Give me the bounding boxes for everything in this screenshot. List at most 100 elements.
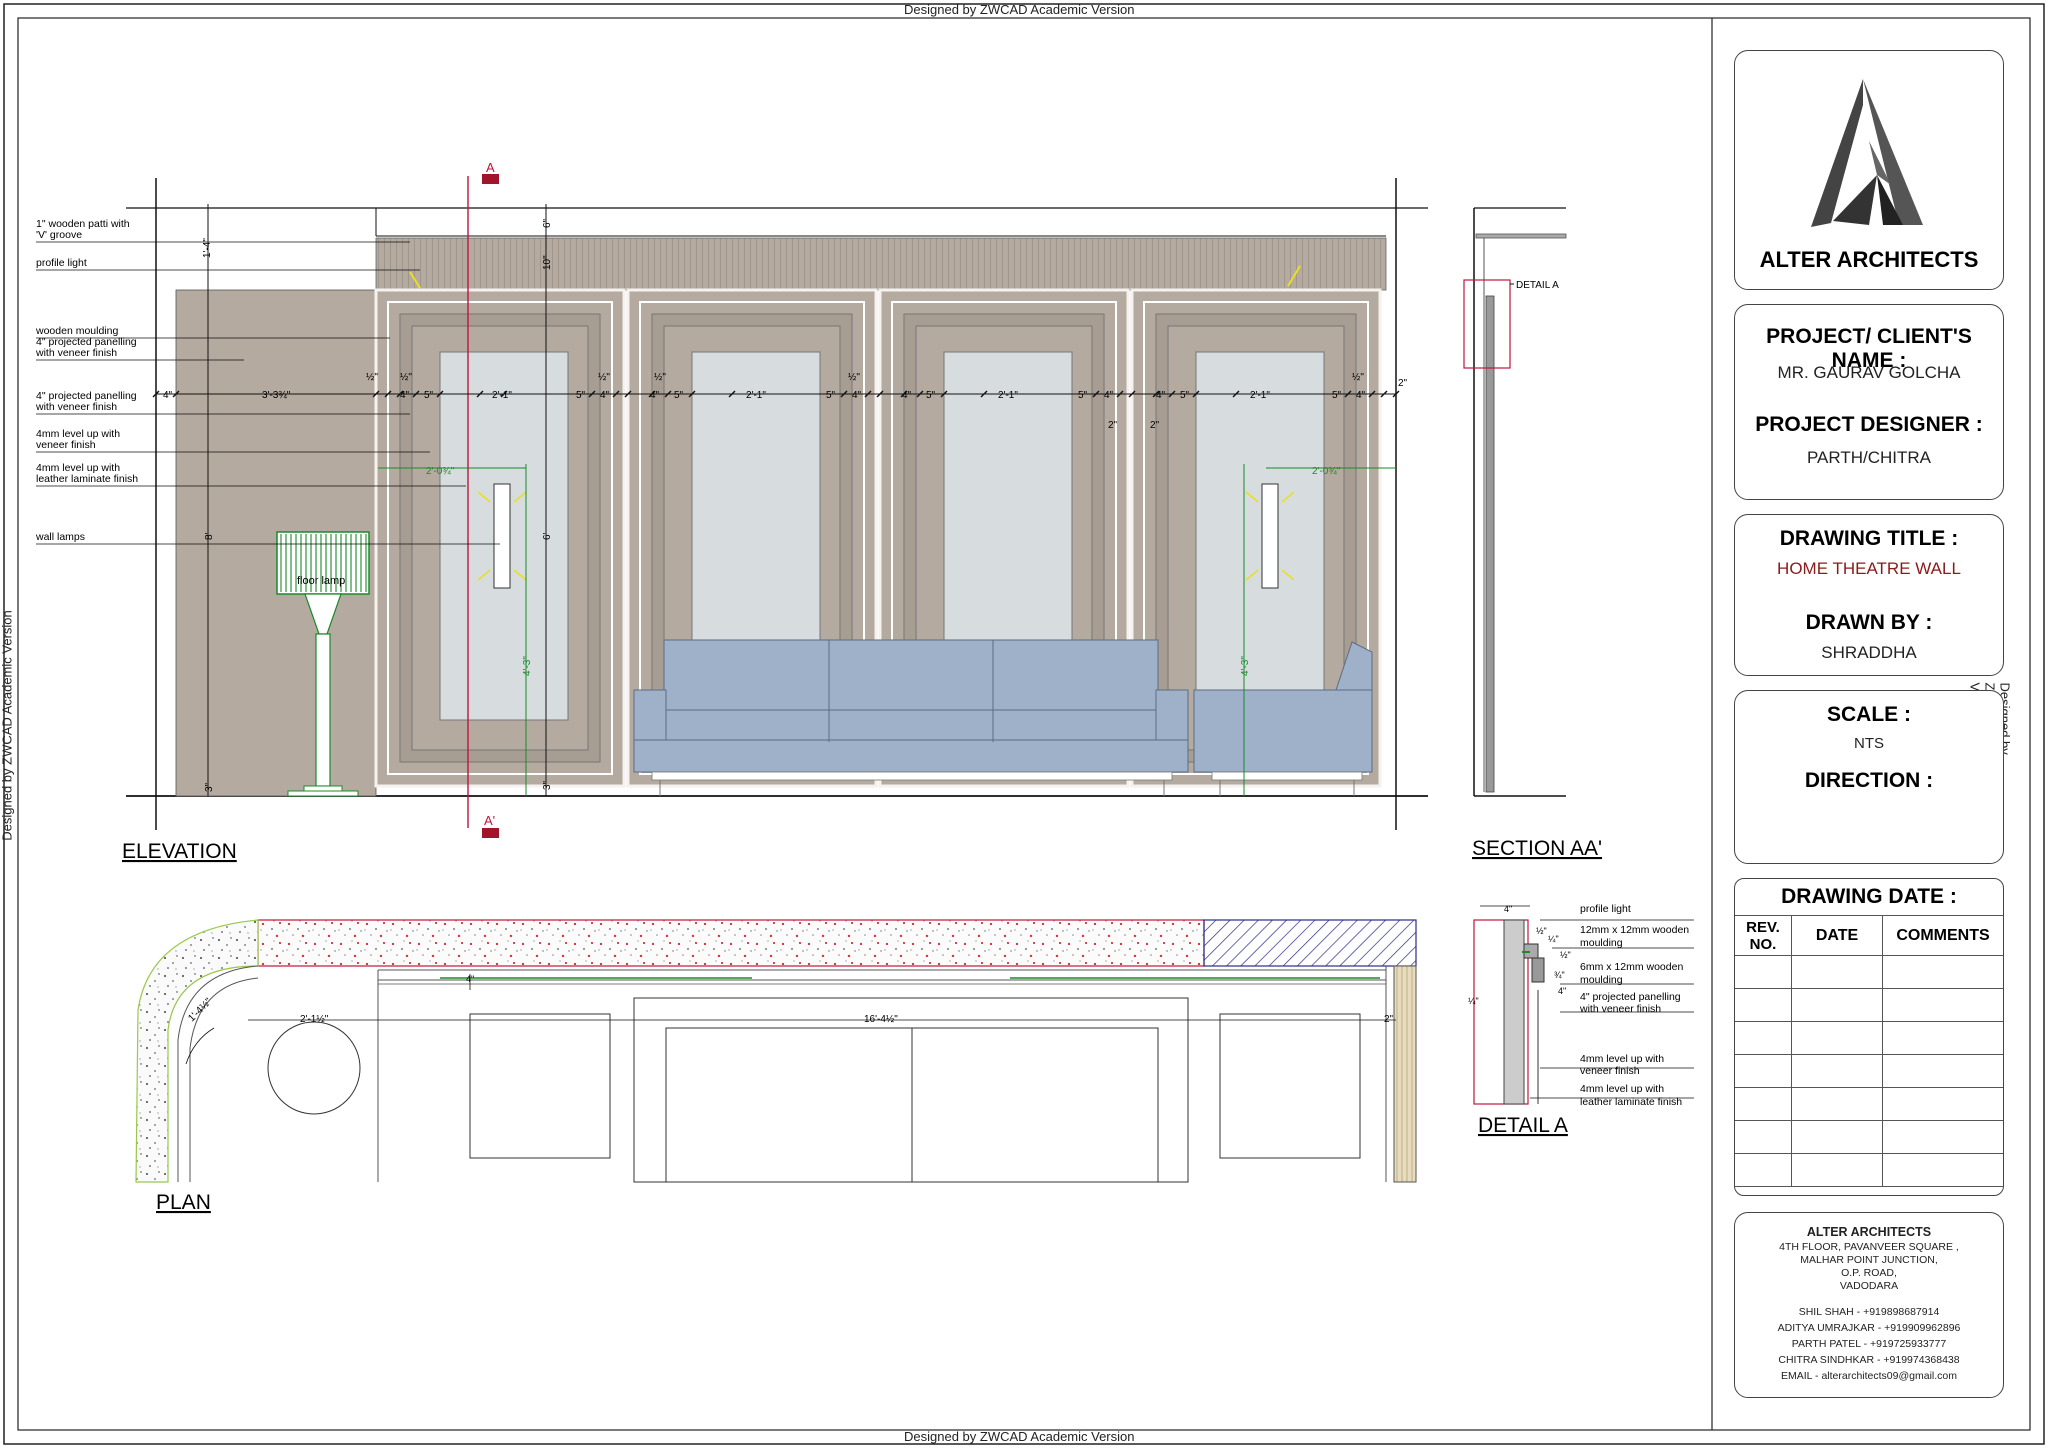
revision-cell	[1791, 988, 1883, 1022]
office-contact-1: SHIL SHAH - +919898687914	[1798, 1306, 1940, 1318]
detail-dim: ¼"	[1548, 934, 1559, 944]
dim-five-1: 5"	[424, 390, 434, 401]
rev-header-date: DATE	[1791, 915, 1883, 956]
detail-annotation: profile light	[1580, 903, 1631, 915]
plan-dim-top: 4"	[466, 974, 474, 984]
revision-row	[1735, 1021, 2003, 1055]
elevation-title: ELEVATION	[122, 840, 237, 863]
dim-four-1: 4"	[400, 390, 410, 401]
detail-dim: 4"	[1558, 986, 1566, 996]
revision-cell	[1791, 1087, 1883, 1121]
revision-cell	[1882, 988, 2003, 1022]
revision-cell	[1735, 1054, 1792, 1088]
drawing-title-label: DRAWING TITLE :	[1779, 527, 1959, 550]
dim-lamp-height-left: 4'-3"	[522, 656, 533, 676]
revision-cell	[1735, 1153, 1792, 1187]
detail-annotation: 4" projected panelling	[1580, 991, 1681, 1003]
dim-lamp-right: 2'-0¾"	[1312, 466, 1341, 477]
dim-half-6: ½"	[1352, 372, 1364, 383]
scale-value: NTS	[1854, 735, 1884, 752]
section-title: SECTION AA'	[1472, 837, 1602, 860]
detail-annotation: veneer finish	[1580, 1065, 1640, 1077]
dim-five-2: 5"	[576, 390, 586, 401]
dim-height-total: 8'	[204, 532, 215, 540]
dim-top-band: 1'-4"	[202, 238, 213, 258]
plan-dim-radius: 1'-4½"	[186, 996, 214, 1024]
detail-annotation: 12mm x 12mm wooden	[1580, 924, 1689, 936]
annotation-2: profile light	[36, 257, 420, 271]
dim-glass-4: 2'-1"	[1250, 390, 1270, 401]
annotation-text: with veneer finish	[35, 347, 117, 359]
detail-a-callout: DETAIL A	[1516, 280, 1559, 291]
drawing-title-box: DRAWING TITLE : HOME THEATRE WALL DRAWN …	[1734, 514, 2004, 676]
dim-left-offset: 4"	[163, 390, 173, 401]
dim-five-7: 5"	[1180, 390, 1190, 401]
revision-cell	[1735, 1120, 1792, 1154]
office-box: ALTER ARCHITECTS 4TH FLOOR, PAVANVEER SQ…	[1734, 1212, 2004, 1398]
dim-four-7: 4"	[1156, 390, 1166, 401]
section-drawing: DETAIL A SECTION AA'	[1463, 207, 1602, 860]
revision-cell	[1882, 1054, 2003, 1088]
dim-four-5: 4"	[902, 390, 912, 401]
dim-glass-2: 2'-1"	[746, 390, 766, 401]
revision-cell	[1882, 1153, 2003, 1187]
annotation-text: 'V' groove	[36, 229, 82, 241]
plan-drawing: 2'-1½" 16'-4½" 2" 4" 1'-4½" PLAN	[135, 919, 1417, 1214]
dim-five-4: 5"	[826, 390, 836, 401]
revision-cell	[1791, 1153, 1883, 1187]
revision-cell	[1735, 1087, 1792, 1121]
rev-header-comments: COMMENTS	[1882, 915, 2003, 956]
section-marker-bottom: A'	[484, 813, 495, 828]
office-contact-3: PARTH PATEL - +919725933777	[1791, 1338, 1947, 1350]
revision-cell	[1791, 1054, 1883, 1088]
dim-bottom-gap: 3"	[542, 780, 553, 790]
rev-header-no: REV. NO.	[1735, 915, 1792, 956]
dim-lamp-left: 2'-0¾"	[426, 466, 455, 477]
scale-box: SCALE : NTS DIRECTION :	[1734, 690, 2004, 864]
detail-annotation: with veneer finish	[1579, 1003, 1661, 1015]
dim-bottom: 3"	[204, 782, 215, 792]
detail-dim: ½"	[1560, 950, 1571, 960]
revision-cell	[1882, 1120, 2003, 1154]
office-email: EMAIL - alterarchitects09@gmail.com	[1781, 1370, 1957, 1382]
drawing-title-value: HOME THEATRE WALL	[1777, 559, 1961, 578]
project-value: MR. GAURAV GOLCHA	[1777, 363, 1961, 382]
detail-dim: ¾"	[1554, 970, 1565, 980]
direction-label: DIRECTION :	[1804, 769, 1934, 792]
revision-cell	[1791, 1120, 1883, 1154]
designer-value: PARTH/CHITRA	[1806, 448, 1932, 467]
detail-annotation: 4mm level up with	[1580, 1053, 1664, 1065]
section-marker-top: A	[486, 160, 495, 175]
revision-cell	[1735, 955, 1792, 989]
dim-glass-3: 2'-1"	[998, 390, 1018, 401]
annotation-text: with veneer finish	[35, 401, 117, 413]
annotation-1: 1" wooden patti with'V' groove	[36, 218, 410, 243]
annotation-text: profile light	[36, 257, 87, 269]
dim-half-3: ½"	[598, 372, 610, 383]
dim-four-3: 4"	[650, 390, 660, 401]
revision-cell	[1791, 1021, 1883, 1055]
dim-four-8: 4"	[1356, 390, 1366, 401]
revision-row	[1735, 1120, 2003, 1154]
elevation-drawing: A A' floor lamp 4" 3'-3¾" 2'-1" 2'-1" 2'…	[35, 160, 1428, 863]
annotation-text: veneer finish	[36, 439, 96, 451]
dim-half-1: ½"	[366, 372, 378, 383]
annotation-text: leather laminate finish	[36, 473, 138, 485]
revision-row	[1735, 988, 2003, 1022]
revision-row	[1735, 955, 2003, 989]
annotation-text: wall lamps	[35, 531, 85, 543]
office-contact-2: ADITYA UMRAJKAR - +919909962896	[1777, 1322, 1961, 1334]
dim-half-2: ½"	[400, 372, 412, 383]
dim-half-4: ½"	[654, 372, 666, 383]
dim-six: 6"	[542, 218, 553, 228]
revision-row	[1735, 1087, 2003, 1121]
dim-two-a: 2"	[1108, 420, 1118, 431]
revision-cell	[1791, 955, 1883, 989]
revision-table: REV. NO. DATE COMMENTS	[1735, 915, 2003, 1187]
plan-dim-right: 2"	[1384, 1014, 1394, 1025]
detail-dim: 4"	[1504, 904, 1512, 914]
dim-height-mid: 6'	[542, 532, 553, 540]
drawn-by-value: SHRADDHA	[1821, 643, 1917, 662]
dim-four-6: 4"	[1104, 390, 1114, 401]
revision-cell	[1735, 1021, 1792, 1055]
